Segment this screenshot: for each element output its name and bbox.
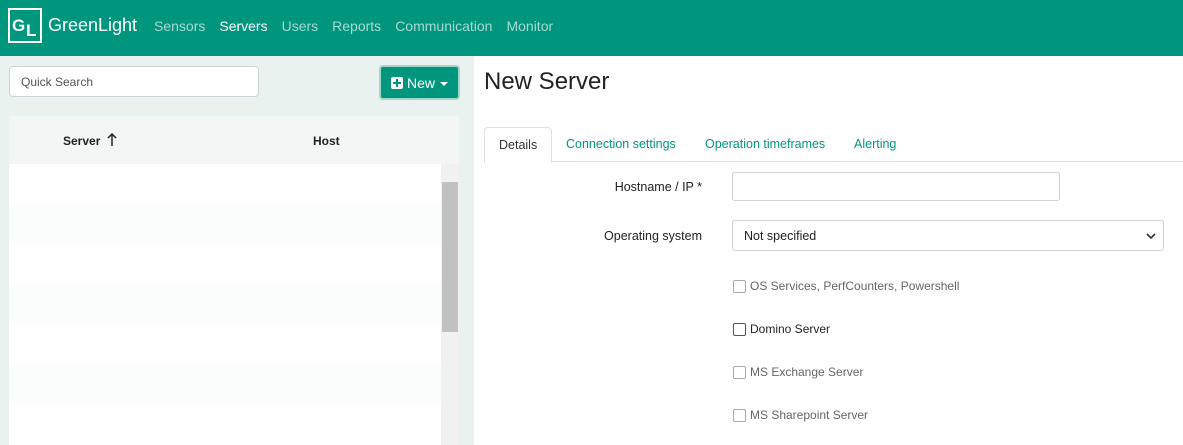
operating-system-select[interactable]: Not specified <box>732 220 1164 251</box>
checkbox-ms-sharepoint-box[interactable] <box>733 408 746 422</box>
tab-connection-settings[interactable]: Connection settings <box>566 127 676 162</box>
grid-scrollbar[interactable] <box>441 164 459 445</box>
quick-search-input[interactable] <box>9 66 259 97</box>
table-row <box>9 204 441 244</box>
sort-ascending-icon[interactable] <box>107 133 117 147</box>
tab-details[interactable]: Details <box>484 127 553 163</box>
nav-item-sensors[interactable]: Sensors <box>154 18 205 34</box>
greenlight-logo[interactable]: G L <box>8 8 42 43</box>
checkbox-ms-sharepoint-label: MS Sharepoint Server <box>750 408 869 422</box>
server-grid: Server Host <box>9 116 459 445</box>
checkbox-domino-server-box[interactable] <box>733 322 746 336</box>
logo-letter-g: G <box>12 16 26 35</box>
table-row <box>9 364 441 404</box>
nav-item-reports[interactable]: Reports <box>332 18 381 34</box>
main-nav: Sensors Servers Users Reports Communicat… <box>154 18 567 34</box>
brand-name[interactable]: GreenLight <box>48 15 137 36</box>
operating-system-label: Operating system <box>604 229 702 243</box>
operating-system-value: Not specified <box>744 229 817 243</box>
detail-tabs: Details Connection settings Operation ti… <box>484 127 1183 163</box>
column-header-host[interactable]: Host <box>313 134 340 148</box>
nav-item-servers[interactable]: Servers <box>219 18 267 34</box>
plus-square-icon <box>390 76 403 89</box>
checkbox-domino-server: Domino Server <box>733 322 830 336</box>
chevron-down-icon <box>1146 233 1156 240</box>
logo-letter-l: L <box>26 21 37 40</box>
column-header-server[interactable]: Server <box>63 134 100 148</box>
caret-down-icon <box>440 81 448 86</box>
top-navbar: G L GreenLight Sensors Servers Users Rep… <box>0 0 1183 56</box>
table-row <box>9 284 441 324</box>
checkbox-domino-server-label[interactable]: Domino Server <box>750 322 830 336</box>
checkbox-ms-exchange-label: MS Exchange Server <box>750 365 864 379</box>
new-button-label: New <box>406 74 435 91</box>
tab-operation-timeframes[interactable]: Operation timeframes <box>705 127 825 162</box>
nav-item-communication[interactable]: Communication <box>395 18 492 34</box>
checkbox-ms-exchange: MS Exchange Server <box>733 365 863 379</box>
checkbox-os-services-label: OS Services, PerfCounters, Powershell <box>750 279 960 293</box>
grid-header: Server Host <box>9 116 459 164</box>
checkbox-os-services: OS Services, PerfCounters, Powershell <box>733 279 959 293</box>
page-title: New Server <box>484 68 610 95</box>
hostname-input[interactable] <box>732 172 1060 201</box>
server-list-pane: New Server Host <box>0 56 474 445</box>
grid-body <box>9 164 441 445</box>
checkbox-os-services-box[interactable] <box>733 279 746 293</box>
scrollbar-thumb[interactable] <box>442 182 458 332</box>
checkbox-ms-sharepoint: MS Sharepoint Server <box>733 408 868 422</box>
tab-alerting[interactable]: Alerting <box>854 127 896 162</box>
hostname-label: Hostname / IP * <box>614 180 702 194</box>
new-button[interactable]: New <box>379 65 460 100</box>
nav-item-users[interactable]: Users <box>282 18 319 34</box>
nav-item-monitor[interactable]: Monitor <box>506 18 553 34</box>
checkbox-ms-exchange-box[interactable] <box>733 365 746 379</box>
